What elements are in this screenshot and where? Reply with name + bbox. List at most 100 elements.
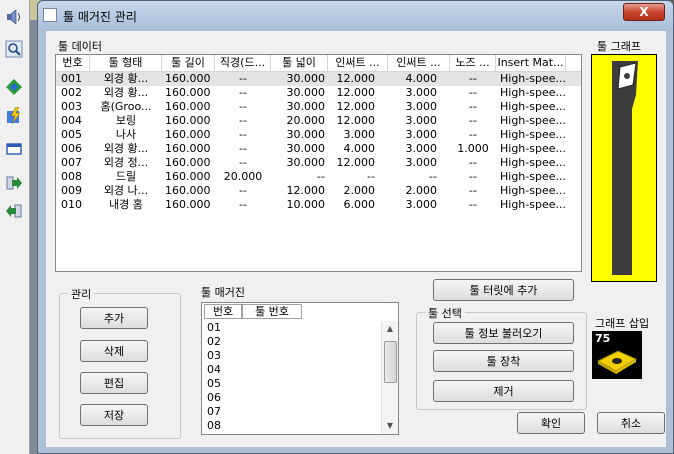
table-cell: High-spee... <box>500 156 566 169</box>
table-cell: 외경 정... <box>103 156 149 169</box>
lightning-icon[interactable] <box>3 105 25 127</box>
table-cell: -- <box>367 170 375 183</box>
column-header[interactable]: Insert Mat... <box>496 55 566 72</box>
column-header[interactable]: 툴 넓이 <box>271 55 328 72</box>
table-cell: 160.000 <box>165 128 211 141</box>
table-cell: 160.000 <box>165 72 211 85</box>
tool-data-table[interactable]: 번호 툴 형태 툴 길이 직경(드... 툴 넓이 인써트 ... 인써트 ... 노즈 ..… <box>55 54 582 272</box>
table-cell: -- <box>317 170 325 183</box>
table-cell: 12.000 <box>336 114 376 127</box>
table-body: 001 외경 황... 160.000 -- 30.000 12.000 4.000 -- Hi… <box>56 72 581 212</box>
table-cell: 009 <box>61 184 82 197</box>
table-cell: -- <box>239 156 247 169</box>
table-row[interactable]: 004 보링 160.000 -- 20.000 12.000 3.000 -- High-sp… <box>56 114 581 128</box>
table-cell: 20.000 <box>286 114 326 127</box>
table-row[interactable]: 001 외경 황... 160.000 -- 30.000 12.000 4.000 -- Hi… <box>56 72 581 86</box>
remove-tool-button[interactable]: 제거 <box>433 380 574 402</box>
magazine-col-number[interactable]: 번호 <box>204 304 242 319</box>
table-cell: 3.000 <box>405 114 438 127</box>
table-cell: 나사 <box>115 128 137 141</box>
table-cell: 30.000 <box>286 156 326 169</box>
column-header[interactable]: 인써트 ... <box>328 55 388 72</box>
table-cell: 12.000 <box>286 184 326 197</box>
speaker-icon[interactable] <box>3 6 25 28</box>
table-header: 번호 툴 형태 툴 길이 직경(드... 툴 넓이 인써트 ... 인써트 ... 노즈 ..… <box>56 55 581 72</box>
table-cell: 004 <box>61 114 82 127</box>
column-header[interactable]: 노즈 ... <box>450 55 496 72</box>
table-cell: 외경 황... <box>103 142 149 155</box>
table-cell: 160.000 <box>165 156 211 169</box>
table-cell: 005 <box>61 128 82 141</box>
table-row[interactable]: 010 내경 홈 160.000 -- 10.000 6.000 3.000 -- High-s… <box>56 198 581 212</box>
ok-button[interactable]: 확인 <box>517 412 585 434</box>
table-cell: High-spee... <box>500 184 566 197</box>
refresh-green-icon[interactable] <box>3 76 25 98</box>
list-item[interactable]: 08 <box>202 419 398 433</box>
tool-magazine-list[interactable]: 번호 툴 번호 01 02 03 04 05 06 07 08 ▲ ▼ <box>201 302 399 435</box>
table-cell: 160.000 <box>165 184 211 197</box>
table-cell: 002 <box>61 86 82 99</box>
scroll-thumb[interactable] <box>384 341 397 383</box>
mount-tool-button[interactable]: 툴 장착 <box>433 350 574 372</box>
save-button[interactable]: 저장 <box>80 404 148 426</box>
list-item[interactable]: 05 <box>202 377 398 391</box>
dialog-client: 툴 데이터 툴 그래프 번호 툴 형태 툴 길이 직경(드... 툴 넓이 인써트 ...… <box>46 31 666 447</box>
scroll-up-arrow-icon[interactable]: ▲ <box>382 321 398 337</box>
scroll-down-arrow-icon[interactable]: ▼ <box>382 418 398 434</box>
edit-button[interactable]: 편집 <box>80 372 148 394</box>
column-header[interactable]: 인써트 ... <box>388 55 450 72</box>
add-to-turret-button[interactable]: 툴 터릿에 추가 <box>433 279 574 301</box>
table-cell: -- <box>239 142 247 155</box>
load-tool-info-button[interactable]: 툴 정보 불러오기 <box>433 322 574 344</box>
table-cell: 20.000 <box>223 170 263 183</box>
magazine-col-tool-number[interactable]: 툴 번호 <box>242 304 302 319</box>
title-bar[interactable]: 툴 매거진 관리 X <box>38 1 673 29</box>
list-item[interactable]: 07 <box>202 405 398 419</box>
column-header[interactable]: 직경(드... <box>215 55 271 72</box>
table-cell: 3.000 <box>405 156 438 169</box>
table-row[interactable]: 006 외경 황... 160.000 -- 30.000 4.000 3.000 1.000… <box>56 142 581 156</box>
table-cell: -- <box>239 128 247 141</box>
table-cell: 160.000 <box>165 114 211 127</box>
table-row[interactable]: 008 드릴 160.000 20.000 -- -- -- -- High-spee... <box>56 170 581 184</box>
delete-button[interactable]: 삭제 <box>80 340 148 362</box>
table-row[interactable]: 007 외경 정... 160.000 -- 30.000 12.000 3.000 -- Hi… <box>56 156 581 170</box>
table-cell: 3.000 <box>405 128 438 141</box>
window-app-icon <box>43 8 57 22</box>
zoom-icon[interactable] <box>3 38 25 60</box>
arrow-left-icon[interactable] <box>3 200 25 222</box>
table-cell: High-spee... <box>500 198 566 211</box>
column-header[interactable]: 툴 길이 <box>162 55 215 72</box>
table-cell: 홈(Groo... <box>100 100 152 113</box>
list-item[interactable]: 06 <box>202 391 398 405</box>
column-header[interactable]: 번호 <box>56 55 90 72</box>
list-item[interactable]: 01 <box>202 321 398 335</box>
table-cell: -- <box>469 128 477 141</box>
table-row[interactable]: 009 외경 나... 160.000 -- 12.000 2.000 2.000 -- Hig… <box>56 184 581 198</box>
table-row[interactable]: 005 나사 160.000 -- 30.000 3.000 3.000 -- High-spe… <box>56 128 581 142</box>
list-item[interactable]: 03 <box>202 349 398 363</box>
table-cell: 3.000 <box>405 86 438 99</box>
list-item[interactable]: 04 <box>202 363 398 377</box>
table-cell: -- <box>469 198 477 211</box>
cancel-button[interactable]: 취소 <box>597 412 665 434</box>
magazine-scrollbar[interactable]: ▲ ▼ <box>381 321 398 434</box>
arrow-right-icon[interactable] <box>3 172 25 194</box>
table-cell: 007 <box>61 156 82 169</box>
table-cell: -- <box>239 184 247 197</box>
close-button[interactable]: X <box>623 3 665 21</box>
tool-graph-label: 툴 그래프 <box>597 40 641 53</box>
column-header[interactable]: 툴 형태 <box>90 55 162 72</box>
list-item[interactable]: 02 <box>202 335 398 349</box>
table-cell: -- <box>469 86 477 99</box>
tool-graph-view <box>591 54 657 282</box>
add-button[interactable]: 추가 <box>80 307 148 329</box>
table-row[interactable]: 003 홈(Groo... 160.000 -- 30.000 12.000 3.000 --… <box>56 100 581 114</box>
window-icon[interactable] <box>3 138 25 160</box>
magazine-rows: 01 02 03 04 05 06 07 08 <box>202 321 398 433</box>
table-cell: -- <box>239 198 247 211</box>
table-row[interactable]: 002 외경 황... 160.000 -- 30.000 12.000 3.000 -- Hi… <box>56 86 581 100</box>
table-cell: 보링 <box>115 114 137 127</box>
table-cell: High-spee... <box>500 142 566 155</box>
table-cell: 3.000 <box>343 128 376 141</box>
